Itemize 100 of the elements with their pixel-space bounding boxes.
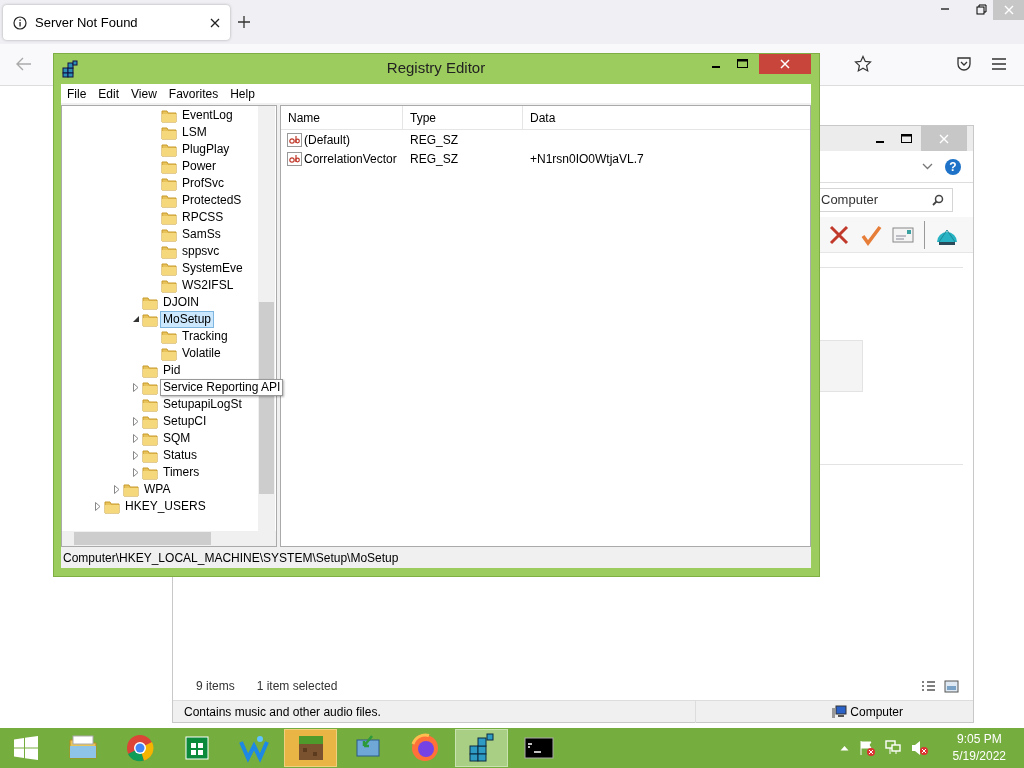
column-header[interactable]: Type	[403, 106, 523, 129]
tree-item[interactable]: sppsvc	[179, 243, 223, 260]
folder-icon	[142, 430, 158, 447]
tree-item[interactable]: DJOIN	[160, 294, 202, 311]
menu-item[interactable]: Help	[224, 84, 261, 103]
tree-item[interactable]: RPCSS	[179, 209, 227, 226]
menu-icon[interactable]	[992, 58, 1006, 70]
pocket-icon[interactable]	[956, 56, 972, 72]
tree-item[interactable]: WPA	[141, 481, 174, 498]
network-icon[interactable]	[884, 740, 901, 756]
string-value-icon	[287, 151, 302, 166]
new-tab-icon[interactable]	[237, 15, 251, 29]
location-text: Computer	[850, 703, 903, 721]
folder-icon	[161, 141, 177, 158]
menu-item[interactable]: View	[125, 84, 163, 103]
folder-icon	[161, 107, 177, 124]
scrollbar[interactable]	[62, 531, 276, 546]
minimize-icon	[876, 140, 884, 143]
folder-icon	[161, 209, 177, 226]
info-icon	[13, 15, 27, 30]
folder-icon	[161, 277, 177, 294]
folder-icon	[161, 328, 177, 345]
value-name[interactable]: CorrelationVector	[304, 149, 397, 168]
status-text: Contains music and other audio files.	[184, 703, 382, 721]
tree-item[interactable]: Pid	[160, 362, 184, 379]
details-view-icon[interactable]	[921, 679, 936, 693]
back-arrow-icon[interactable]	[16, 57, 32, 71]
speaker-icon[interactable]	[910, 740, 929, 756]
expand-arrow-icon[interactable]	[132, 316, 140, 323]
tree-item[interactable]: SamSs	[179, 226, 224, 243]
tree-item[interactable]: ProtectedS	[179, 192, 245, 209]
item-count: 9 items	[196, 678, 235, 695]
tree-item[interactable]: MoSetup	[160, 311, 215, 328]
folder-icon	[142, 464, 158, 481]
folder-icon	[161, 175, 177, 192]
up-caret-icon[interactable]	[839, 745, 849, 751]
folder-icon	[142, 396, 158, 413]
star-icon[interactable]	[854, 55, 872, 73]
tree-item[interactable]: SetupCI	[160, 413, 210, 430]
folder-icon	[161, 345, 177, 362]
selection-count: 1 item selected	[256, 678, 339, 695]
close-icon	[780, 59, 790, 69]
windows-logo-icon	[14, 736, 38, 760]
tree-item[interactable]: EventLog	[179, 107, 236, 124]
menu-item[interactable]: Edit	[92, 84, 126, 103]
value-name[interactable]: (Default)	[304, 130, 350, 149]
folder-icon	[161, 158, 177, 175]
check-mark-icon[interactable]	[860, 223, 882, 246]
tree-item[interactable]: SetupapiLogSt	[160, 396, 245, 413]
tree-item[interactable]: Power	[179, 158, 219, 175]
tree-item[interactable]: WS2IFSL	[179, 277, 237, 294]
menu-item[interactable]: File	[61, 84, 93, 103]
value-data: +N1rsn0IO0WtjaVL.7	[530, 150, 644, 168]
folder-icon	[142, 413, 158, 430]
tree-item[interactable]: Timers	[160, 464, 203, 481]
help-button[interactable]: ?	[945, 158, 961, 175]
window-title: Registry Editor	[386, 58, 486, 79]
tree-item[interactable]: ProfSvc	[179, 175, 227, 192]
search-field[interactable]: Computer	[819, 188, 953, 212]
folder-icon	[104, 498, 120, 515]
taskbar-button[interactable]	[455, 729, 508, 767]
folder-icon	[161, 124, 177, 141]
tree-item[interactable]: LSM	[179, 124, 210, 141]
folder-icon	[161, 226, 177, 243]
search-icon[interactable]	[932, 194, 944, 206]
tree-item[interactable]: HKEY_USERS	[122, 498, 209, 515]
value-type: REG_SZ	[410, 131, 458, 149]
chevron-down-icon[interactable]	[922, 163, 933, 170]
tree-item[interactable]: PlugPlay	[179, 141, 233, 158]
folder-icon	[142, 362, 158, 379]
column-header[interactable]: Data	[523, 106, 810, 129]
folder-icon	[161, 192, 177, 209]
close-icon	[1003, 5, 1014, 15]
flag-icon[interactable]	[858, 740, 875, 756]
folder-icon	[142, 447, 158, 464]
x-mark-icon[interactable]	[828, 223, 850, 246]
folder-icon	[142, 294, 158, 311]
close-icon[interactable]	[210, 17, 220, 28]
tree-item[interactable]: Tracking	[179, 328, 231, 345]
tree-item[interactable]: Volatile	[179, 345, 224, 362]
folder-icon	[161, 260, 177, 277]
tree-item[interactable]: SQM	[160, 430, 194, 447]
column-header[interactable]: Name	[281, 106, 403, 129]
item-tooltip: Service Reporting API	[160, 379, 284, 396]
tree-item[interactable]: Status	[160, 447, 201, 464]
tree-item[interactable]: SystemEve	[179, 260, 246, 277]
close-icon	[939, 133, 949, 144]
card-icon[interactable]	[892, 226, 914, 243]
menu-item[interactable]: Favorites	[162, 84, 225, 103]
folder-icon	[142, 379, 158, 396]
folder-icon	[161, 243, 177, 260]
maximize-icon	[736, 59, 748, 69]
maximize-icon	[900, 133, 912, 144]
minimize-icon	[712, 66, 720, 68]
restore-icon[interactable]	[976, 4, 987, 15]
status-path: Computer\HKEY_LOCAL_MACHINE\SYSTEM\Setup\MoSetup	[63, 549, 399, 567]
value-type: REG_SZ	[410, 150, 458, 168]
taskbar-button[interactable]	[284, 729, 337, 767]
large-icons-view-icon[interactable]	[944, 679, 959, 693]
string-value-icon	[287, 132, 302, 147]
